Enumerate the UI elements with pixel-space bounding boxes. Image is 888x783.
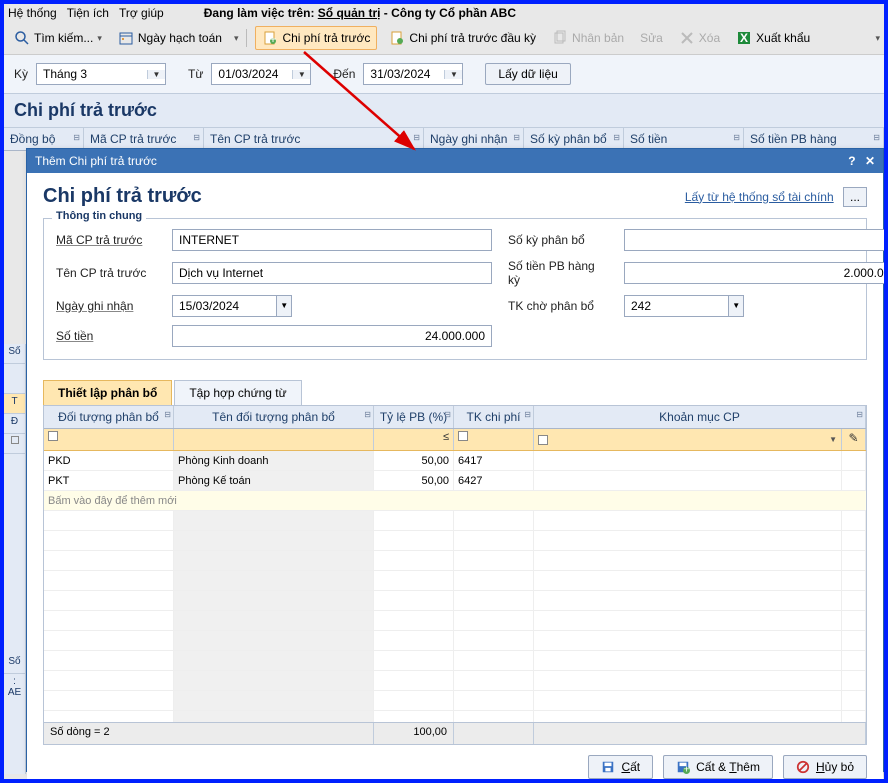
gcol-object-name[interactable]: Tên đối tượng phân bổ⊟ — [174, 406, 374, 428]
tab-allocation[interactable]: Thiết lập phân bổ — [43, 380, 172, 405]
period-label: Kỳ — [14, 67, 28, 81]
svg-text:X: X — [740, 31, 748, 45]
dialog-heading: Chi phí trả trước — [43, 185, 202, 208]
cancel-icon — [796, 760, 810, 774]
from-date[interactable]: 01/03/2024▼ — [211, 63, 311, 85]
amount-input[interactable] — [172, 325, 492, 347]
fetch-data-button[interactable]: Lấy dữ liệu — [485, 63, 570, 85]
edit-filter-icon[interactable]: ✎ — [848, 431, 858, 445]
excel-icon: X — [736, 30, 752, 46]
toolbar-delete: Xóa — [675, 28, 724, 48]
date-dropdown[interactable]: ▼ — [276, 295, 292, 317]
to-label: Đến — [333, 67, 355, 81]
col-code[interactable]: Mã CP trả trước⊟ — [84, 128, 204, 150]
percent-total: 100,00 — [374, 723, 454, 744]
gcol-percent[interactable]: Tỷ lệ PB (%)⊟ — [374, 406, 454, 428]
save-add-icon: + — [676, 760, 690, 774]
allocation-grid: Đối tượng phân bổ⊟ Tên đối tượng phân bổ… — [43, 405, 867, 745]
toolbar: Tìm kiếm...▾ Ngày hạch toán ▾ + Chi phí … — [4, 22, 884, 55]
toolbar-overflow-1[interactable]: ▾ — [234, 33, 239, 44]
col-per-period[interactable]: Số tiền PB hàng⊟ — [744, 128, 884, 150]
gcol-expense-account[interactable]: TK chi phí⊟ — [454, 406, 534, 428]
dialog-footer: Cất + Cất & Thêm Hủy bỏ — [27, 745, 883, 779]
dialog-close-button[interactable]: ✕ — [865, 154, 875, 168]
general-info-fieldset: Thông tin chung Mã CP trả trước Số kỳ ph… — [43, 218, 867, 360]
load-from-financial-link[interactable]: Lấy từ hệ thống sổ tài chính — [685, 190, 834, 204]
col-date[interactable]: Ngày ghi nhận⊟ — [424, 128, 524, 150]
save-icon — [601, 760, 615, 774]
search-icon — [14, 30, 30, 46]
toolbar-duplicate: Nhân bản — [548, 28, 628, 48]
calendar-icon — [118, 30, 134, 46]
add-new-row-placeholder[interactable]: Bấm vào đây để thêm mới — [44, 491, 866, 511]
tab-documents[interactable]: Tập hợp chứng từ — [174, 380, 301, 405]
toolbar-export[interactable]: X Xuất khẩu — [732, 28, 814, 48]
from-label: Từ — [188, 67, 203, 81]
code-label: Mã CP trả trước — [56, 233, 156, 247]
save-and-add-button[interactable]: + Cất & Thêm — [663, 755, 773, 779]
menu-help[interactable]: Trợ giúp — [119, 6, 164, 20]
to-date[interactable]: 31/03/2024▼ — [363, 63, 463, 85]
filter-bar: Kỳ Tháng 3▼ Từ 01/03/2024▼ Đến 31/03/202… — [4, 55, 884, 94]
col-periods[interactable]: Số kỳ phân bổ⊟ — [524, 128, 624, 150]
toolbar-edit: Sửa — [636, 29, 667, 47]
row-count: Số dòng = 2 — [44, 723, 374, 744]
menu-system[interactable]: Hệ thống — [8, 6, 57, 20]
gcol-object[interactable]: Đối tượng phân bổ⊟ — [44, 406, 174, 428]
allocation-row[interactable]: PKTPhòng Kế toán50,006427 — [44, 471, 866, 491]
toolbar-accounting-date[interactable]: Ngày hạch toán — [114, 28, 226, 48]
dialog-help-button[interactable]: ? — [848, 154, 855, 168]
periods-label: Số kỳ phân bổ — [508, 233, 608, 247]
menubar: Hệ thống Tiện ích Trợ giúp Đang làm việc… — [4, 4, 884, 22]
waiting-account-input[interactable] — [624, 295, 728, 317]
col-amount[interactable]: Số tiền⊟ — [624, 128, 744, 150]
dialog-title-text: Thêm Chi phí trả trước — [35, 154, 157, 168]
period-combo[interactable]: Tháng 3▼ — [36, 63, 166, 85]
grid-filter-row[interactable]: ≤ ▼ ✎ — [44, 429, 866, 451]
svg-text:+: + — [270, 32, 277, 46]
code-input[interactable] — [172, 229, 492, 251]
periods-input[interactable] — [624, 229, 884, 251]
waiting-account-label: TK chờ phân bổ — [508, 299, 608, 313]
dialog-tabs: Thiết lập phân bổ Tập hợp chứng từ — [43, 380, 867, 405]
waiting-account-dropdown[interactable]: ▼ — [728, 295, 744, 317]
name-label: Tên CP trả trước — [56, 266, 156, 280]
copy-icon — [552, 30, 568, 46]
amount-label: Số tiền — [56, 329, 156, 343]
document-add-icon: + — [262, 30, 278, 46]
toolbar-overflow-2[interactable]: ▾ — [875, 33, 880, 44]
per-period-label: Số tiền PB hàng kỳ — [508, 259, 608, 287]
col-name[interactable]: Tên CP trả trước⊟ — [204, 128, 424, 150]
section-title: Chi phí trả trước — [4, 94, 884, 128]
prepaid-expense-dialog: Thêm Chi phí trả trước ? ✕ Chi phí trả t… — [26, 148, 884, 772]
date-input[interactable] — [172, 295, 276, 317]
document-icon — [389, 30, 405, 46]
dialog-titlebar: Thêm Chi phí trả trước ? ✕ — [27, 149, 883, 173]
more-options-button[interactable]: ... — [843, 187, 867, 207]
col-sync[interactable]: Đồng bộ⊟ — [4, 128, 84, 150]
delete-icon — [679, 30, 695, 46]
per-period-input[interactable] — [624, 262, 884, 284]
toolbar-prepaid-expense[interactable]: + Chi phí trả trước — [255, 26, 377, 50]
toolbar-prepaid-opening[interactable]: Chi phí trả trước đầu kỳ — [385, 28, 540, 48]
cancel-button[interactable]: Hủy bỏ — [783, 755, 867, 779]
fieldset-legend: Thông tin chung — [52, 210, 146, 222]
allocation-row[interactable]: PKDPhòng Kinh doanh50,006417 — [44, 451, 866, 471]
toolbar-search[interactable]: Tìm kiếm...▾ — [10, 28, 106, 48]
name-input[interactable] — [172, 262, 492, 284]
date-label: Ngày ghi nhận — [56, 299, 156, 313]
svg-text:+: + — [684, 764, 690, 774]
gcol-cost-item[interactable]: Khoản mục CP⊟ — [534, 406, 866, 428]
left-strip: Số T Đ Số : AE — [4, 344, 26, 774]
save-button[interactable]: Cất — [588, 755, 653, 779]
menu-utilities[interactable]: Tiện ích — [67, 6, 109, 20]
working-on-title: Đang làm việc trên: Sổ quản trị - Công t… — [204, 6, 516, 20]
